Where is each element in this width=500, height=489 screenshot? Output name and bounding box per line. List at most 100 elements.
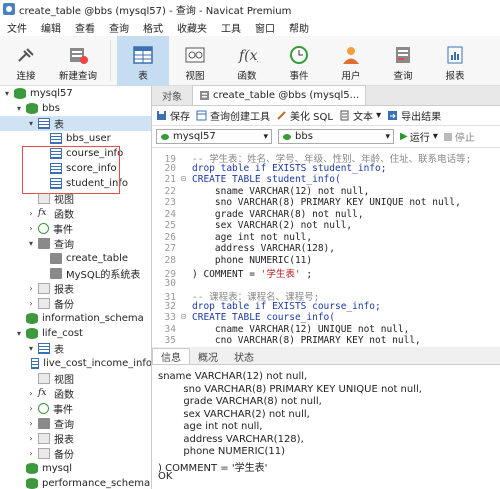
main-toolbar: 连接 新建查询 表 视图 f(x) 函数 事件 用户 查询 报表 [0, 36, 500, 86]
connect-button[interactable]: 连接 [0, 36, 52, 86]
expander-icon[interactable]: › [26, 299, 36, 308]
expander-icon[interactable]: › [26, 389, 36, 398]
function-button[interactable]: f(x) 函数 [221, 36, 273, 86]
expander-icon[interactable]: ▾ [26, 239, 36, 248]
output-line: OK [158, 471, 173, 482]
tree-item[interactable]: › 事件 [0, 221, 151, 236]
tree-item[interactable]: › 报表 [0, 281, 151, 296]
beautify-sql-button[interactable]: 美化 SQL [276, 108, 333, 123]
view-button[interactable]: 视图 [169, 36, 221, 86]
tree-item[interactable]: ▾ bbs [0, 101, 151, 116]
query-label: 查询 [393, 71, 413, 82]
tab-info[interactable]: 信息 [152, 348, 190, 364]
tree-item[interactable]: bbs_user [0, 131, 151, 146]
tree-item[interactable]: › 备份 [0, 296, 151, 311]
text-button[interactable]: 文本 ▾ [339, 108, 381, 123]
tree-item[interactable]: MySQL的系统表 [0, 266, 151, 281]
tree-item[interactable]: mysql [0, 461, 151, 476]
tree-item[interactable]: ▾ mysql57 [0, 86, 151, 101]
fold-icon[interactable]: ⊟ [181, 312, 186, 321]
folder-icon [38, 298, 50, 309]
expander-icon[interactable]: › [26, 434, 36, 443]
save-button[interactable]: 保存 [156, 108, 190, 123]
expander-icon[interactable]: › [26, 404, 36, 413]
code-text: CREATE TABLE student_info( [192, 174, 341, 185]
menu-favorites[interactable]: 收藏夹 [170, 20, 214, 35]
table-label: 表 [138, 71, 148, 82]
tree-item[interactable]: › 查询 [0, 416, 151, 431]
expander-icon[interactable]: › [26, 224, 36, 233]
code-line: 34 cname VARCHAR(12) UNIQUE not null, [152, 324, 500, 336]
tree-item[interactable]: ▾ 查询 [0, 236, 151, 251]
tree-item[interactable]: ▾ life_cost [0, 326, 151, 341]
report-icon [447, 46, 463, 64]
tree-item[interactable]: ▾ 表 [0, 116, 151, 131]
code-line: 25 sex VARCHAR(2) not null, [152, 220, 500, 232]
menu-tools[interactable]: 工具 [214, 20, 248, 35]
tab-objects[interactable]: 对象 [152, 85, 192, 105]
menu-bar: 文件 编辑 查看 查询 格式 收藏夹 工具 窗口 帮助 [0, 18, 500, 36]
query-builder-button[interactable]: 查询创建工具 [196, 108, 270, 123]
function-label: 函数 [237, 71, 257, 82]
expander-icon[interactable]: ▾ [14, 104, 24, 113]
output-line: age int not null, [158, 421, 263, 432]
menu-help[interactable]: 帮助 [282, 20, 316, 35]
tree-item[interactable]: › 备份 [0, 446, 151, 461]
expander-icon[interactable]: › [26, 449, 36, 458]
table-icon [31, 358, 40, 369]
tree-item[interactable]: information_schema [0, 311, 151, 326]
menu-edit[interactable]: 编辑 [34, 20, 68, 35]
code-text: cname VARCHAR(12) UNIQUE not null, [192, 323, 410, 335]
expander-icon[interactable]: ▾ [14, 329, 24, 338]
tree-item[interactable]: › 事件 [0, 401, 151, 416]
table-button[interactable]: 表 [117, 36, 169, 86]
expander-icon[interactable]: ▾ [26, 119, 36, 128]
new-query-button[interactable]: 新建查询 [52, 36, 104, 86]
expander-icon[interactable]: ▾ [26, 344, 36, 353]
navicat-app-icon [3, 3, 15, 15]
function-icon: fx [38, 208, 47, 218]
run-button[interactable]: ▶ 运行 ▾ [400, 129, 438, 144]
expander-icon[interactable]: › [26, 209, 36, 218]
tree-item-label: 表 [54, 120, 64, 131]
tab-profile[interactable]: 概况 [190, 348, 226, 364]
menu-window[interactable]: 窗口 [248, 20, 282, 35]
connection-select[interactable]: mysql57 [156, 129, 272, 144]
code-text: sname VARCHAR(12) not null, [192, 185, 370, 197]
stop-button[interactable]: 停止 [443, 129, 475, 144]
expander-icon[interactable]: ▾ [2, 89, 12, 98]
tab-status[interactable]: 状态 [226, 348, 262, 364]
code-line: 26 age int not null, [152, 232, 500, 244]
tree-item[interactable]: 视图 [0, 371, 151, 386]
folder-icon [38, 283, 50, 294]
query-tab-label: create_table @bbs (mysql5... [213, 90, 360, 101]
tree-item-label: life_cost [42, 328, 83, 339]
tree-item[interactable]: › fx 函数 [0, 386, 151, 401]
new-query-icon [70, 48, 88, 64]
report-button[interactable]: 报表 [429, 36, 481, 86]
text-icon [340, 110, 349, 121]
code-line: 20 drop table if EXISTS student_info; [152, 163, 500, 175]
database-select[interactable]: bbs [278, 129, 394, 144]
menu-file[interactable]: 文件 [0, 20, 34, 35]
fold-icon[interactable]: ⊟ [181, 174, 186, 183]
tree-item[interactable]: create_table [0, 251, 151, 266]
expander-icon[interactable]: › [26, 284, 36, 293]
sql-editor[interactable]: 19 -- 学生表：姓名、学号、年级、性别、年龄、住址、联系电话等; 20 drop … [152, 149, 500, 347]
menu-format[interactable]: 格式 [136, 20, 170, 35]
tree-item[interactable]: › 报表 [0, 431, 151, 446]
run-label: 运行 [409, 133, 430, 144]
query-button[interactable]: 查询 [377, 36, 429, 86]
menu-view[interactable]: 查看 [68, 20, 102, 35]
tab-query[interactable]: create_table @bbs (mysql5... [192, 85, 367, 105]
connection-icon [161, 133, 169, 140]
tree-item[interactable]: live_cost_income_info [0, 356, 151, 371]
export-result-button[interactable]: 导出结果 [387, 108, 441, 123]
tree-item[interactable]: › fx 函数 [0, 206, 151, 221]
expander-icon[interactable]: › [26, 419, 36, 428]
tree-item[interactable]: performance_schema [0, 476, 151, 489]
event-button[interactable]: 事件 [273, 36, 325, 86]
tree-item[interactable]: ▾ 表 [0, 341, 151, 356]
user-button[interactable]: 用户 [325, 36, 377, 86]
menu-query[interactable]: 查询 [102, 20, 136, 35]
